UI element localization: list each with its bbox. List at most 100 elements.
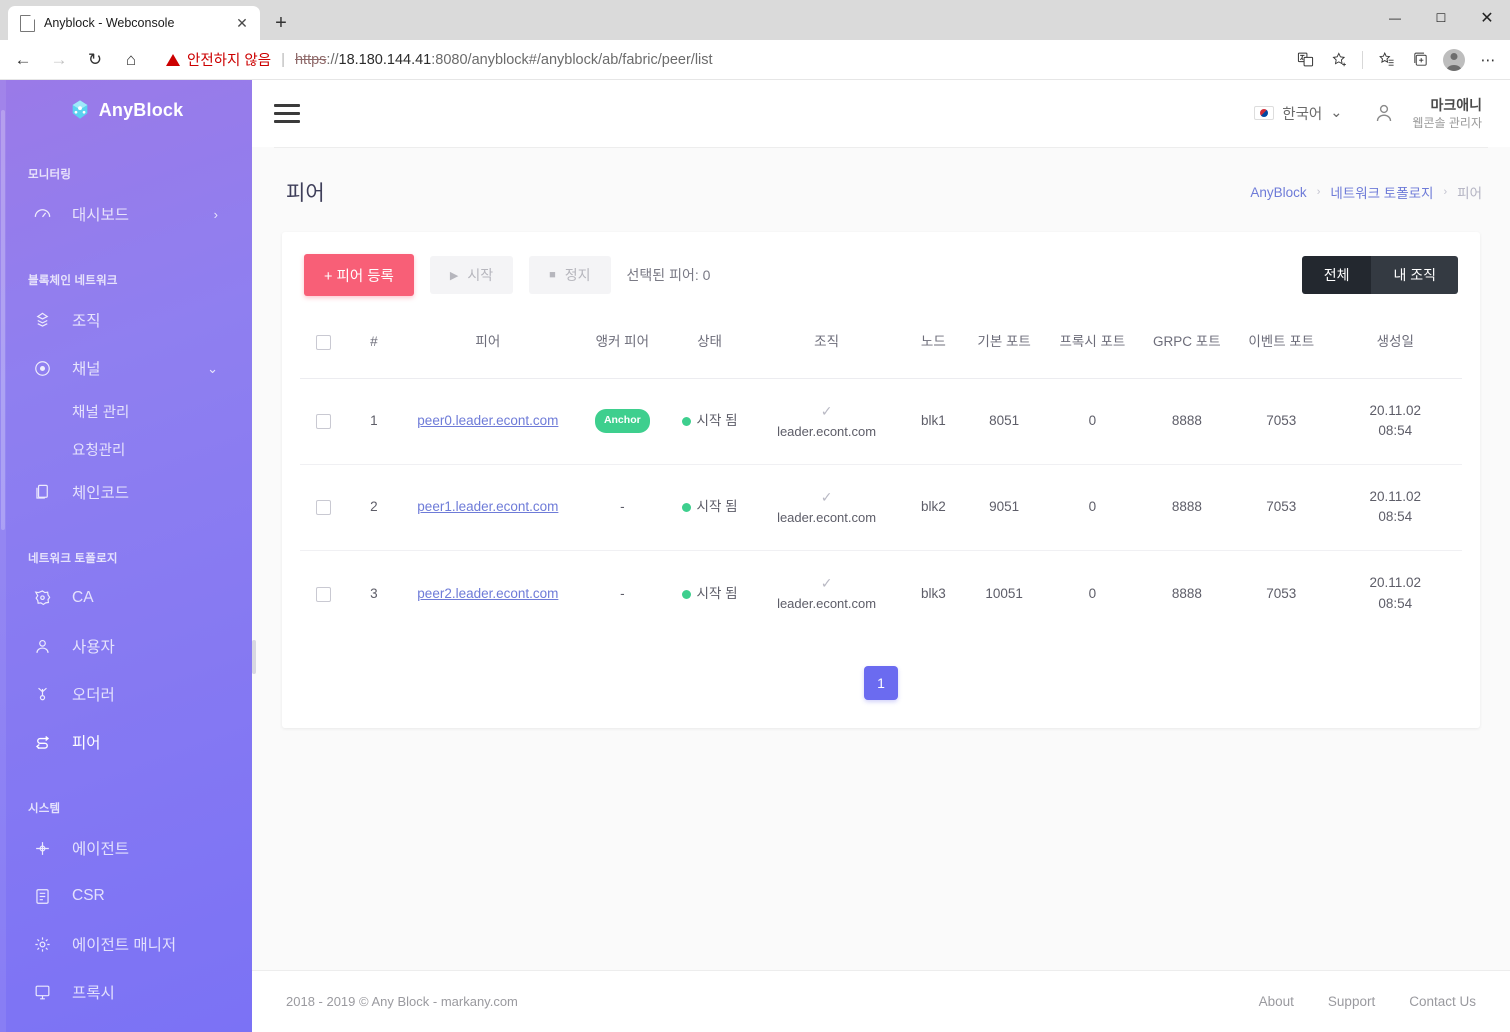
breadcrumb-item-anyblock[interactable]: AnyBlock [1250,185,1306,200]
column-status: 상태 [669,318,750,379]
sidebar-item-ca[interactable]: CA [0,574,252,622]
sidebar-item-label: 오더러 [72,687,115,704]
csr-icon [32,886,52,906]
footer-link-contact-us[interactable]: Contact Us [1409,994,1476,1009]
row-status-cell: 시작 됨 [669,464,750,552]
sidebar-item-chaincode[interactable]: 체인코드 [0,468,252,516]
status-dot-icon [681,589,691,599]
row-base-port: 9051 [963,464,1046,552]
sidebar-item-label: 요청관리 [72,442,126,459]
footer-link-about[interactable]: About [1259,994,1294,1009]
favorites-icon[interactable] [1370,45,1402,75]
collections-icon[interactable] [1404,45,1436,75]
table-header-row: # 피어 앵커 피어 상태 조직 노드 기본 포트 프록시 포트 GRPC 포트… [300,318,1462,379]
row-created-at: 20.11.02 08:54 [1328,464,1462,552]
sidebar-item-peer[interactable]: 피어 [0,718,252,766]
sidebar-item-agent[interactable]: 에이전트 [0,824,252,872]
reload-icon[interactable]: ↻ [78,44,112,76]
close-tab-icon[interactable]: ✕ [232,13,252,33]
sidebar-item-channel[interactable]: 채널 ⌄ [0,344,252,392]
sidebar-item-orderer[interactable]: 오더러 [0,670,252,718]
browser-navigation-bar: ← → ↻ ⌂ 안전하지 않음 | https :// 18.180.144.4… [0,40,1510,80]
user-menu[interactable]: 마크애니 웹콘솔 관리자 [1372,96,1482,131]
footer-link-support[interactable]: Support [1328,994,1375,1009]
browser-tab[interactable]: Anyblock - Webconsole ✕ [8,6,260,40]
row-org-cell: ✓ leader.econt.com [750,551,904,637]
sidebar-item-dashboard[interactable]: 대시보드 › [0,190,252,238]
profile-avatar[interactable] [1438,45,1470,75]
peer-link[interactable]: peer0.leader.econt.com [417,413,558,428]
orderer-icon [32,684,52,704]
sidebar-section-blockchain-network: 블록체인 네트워크 [28,275,118,287]
sidebar-resize-handle[interactable] [252,640,256,674]
user-info: 마크애니 웹콘솔 관리자 [1412,96,1482,131]
chaincode-icon [32,482,52,502]
url-separator: :// [326,51,339,68]
row-peer-cell: peer2.leader.econt.com [401,551,576,637]
translate-icon[interactable] [1289,45,1321,75]
sidebar-item-agent-manager[interactable]: 에이전트 매니저 [0,920,252,968]
app-logo[interactable]: AnyBlock [0,88,252,132]
close-window-button[interactable]: ✕ [1464,0,1510,36]
language-selector[interactable]: 한국어 ⌄ [1254,103,1342,124]
settings-more-icon[interactable]: ⋯ [1472,45,1504,75]
row-checkbox[interactable] [316,586,332,602]
row-checkbox[interactable] [316,500,332,516]
sidebar-item-csr[interactable]: CSR [0,872,252,920]
add-favorite-icon[interactable] [1323,45,1355,75]
toolbar-divider [1362,50,1363,69]
korea-flag-icon [1254,106,1275,121]
sidebar-item-label: 사용자 [72,639,115,656]
check-icon: ✓ [820,575,833,592]
sidebar-item-proxy[interactable]: 프록시 [0,968,252,1016]
sidebar-item-request-management[interactable]: 요청관리 [0,430,252,468]
sidebar-section-monitoring: 모니터링 [28,169,72,181]
start-peer-button[interactable]: ▶ 시작 [429,256,514,294]
back-icon[interactable]: ← [6,44,40,76]
maximize-button[interactable]: ☐ [1418,0,1464,36]
address-bar[interactable]: 안전하지 않음 | https :// 18.180.144.41 :8080/… [156,45,1277,75]
sidebar-item-label: 체인코드 [72,485,130,502]
minimize-button[interactable]: — [1372,0,1418,36]
peer-list-card: + 피어 등록 ▶ 시작 ■ 정지 선택된 피어: 0 전체 내 조직 # 피어… [282,232,1480,729]
browser-toolbar-icons: ⋯ [1285,45,1504,75]
scope-all-button[interactable]: 전체 [1301,256,1372,294]
row-grpc-port: 8888 [1171,585,1202,601]
scope-my-org-button[interactable]: 내 조직 [1371,256,1458,294]
main-content: 한국어 ⌄ 마크애니 웹콘솔 관리자 피어 AnyBlock › 네트워크 토폴… [252,80,1510,1032]
sidebar-item-organization[interactable]: 조직 [0,296,252,344]
ca-icon [32,588,52,608]
menu-toggle-icon[interactable] [274,97,308,131]
new-tab-button[interactable]: + [266,8,296,38]
org-name: leader.econt.com [777,596,877,612]
sidebar-item-label: 채널 [72,361,101,378]
anyblock-logo-icon [69,99,91,121]
peer-link[interactable]: peer2.leader.econt.com [417,586,558,601]
row-index: 3 [370,585,378,601]
status-label: 시작 됨 [696,499,738,515]
table-row[interactable]: 1 peer0.leader.econt.com Anchor 시작 됨 ✓ l… [300,378,1462,465]
stop-peer-button[interactable]: ■ 정지 [529,256,611,294]
row-event-port: 7053 [1234,378,1329,465]
home-icon[interactable]: ⌂ [114,44,148,76]
page-button-1[interactable]: 1 [864,666,898,701]
table-row[interactable]: 3 peer2.leader.econt.com - 시작 됨 ✓ leader… [300,551,1462,637]
org-name: leader.econt.com [777,423,877,439]
peer-link[interactable]: peer1.leader.econt.com [417,499,558,514]
status-dot-icon [681,503,691,513]
breadcrumb-item-network-topology[interactable]: 네트워크 토폴로지 [1330,182,1433,202]
row-checkbox[interactable] [316,414,332,429]
table-row[interactable]: 2 peer1.leader.econt.com - 시작 됨 ✓ leader… [300,464,1462,552]
brand-name: AnyBlock [98,99,184,120]
agent-manager-icon [32,934,52,954]
sidebar-item-channel-management[interactable]: 채널 관리 [0,392,252,430]
forward-icon[interactable]: → [42,44,76,76]
row-status-cell: 시작 됨 [669,378,750,465]
anchor-badge: Anchor [594,409,650,434]
agent-icon [32,838,52,858]
select-all-checkbox[interactable] [316,334,332,350]
sidebar-item-user[interactable]: 사용자 [0,622,252,670]
page-viewport: AnyBlock 모니터링 대시보드 › 블록체인 네트워크 조직 채널 ⌄ 채… [0,80,1510,1032]
user-role: 웹콘솔 관리자 [1412,115,1482,130]
register-peer-button[interactable]: + 피어 등록 [304,254,414,296]
